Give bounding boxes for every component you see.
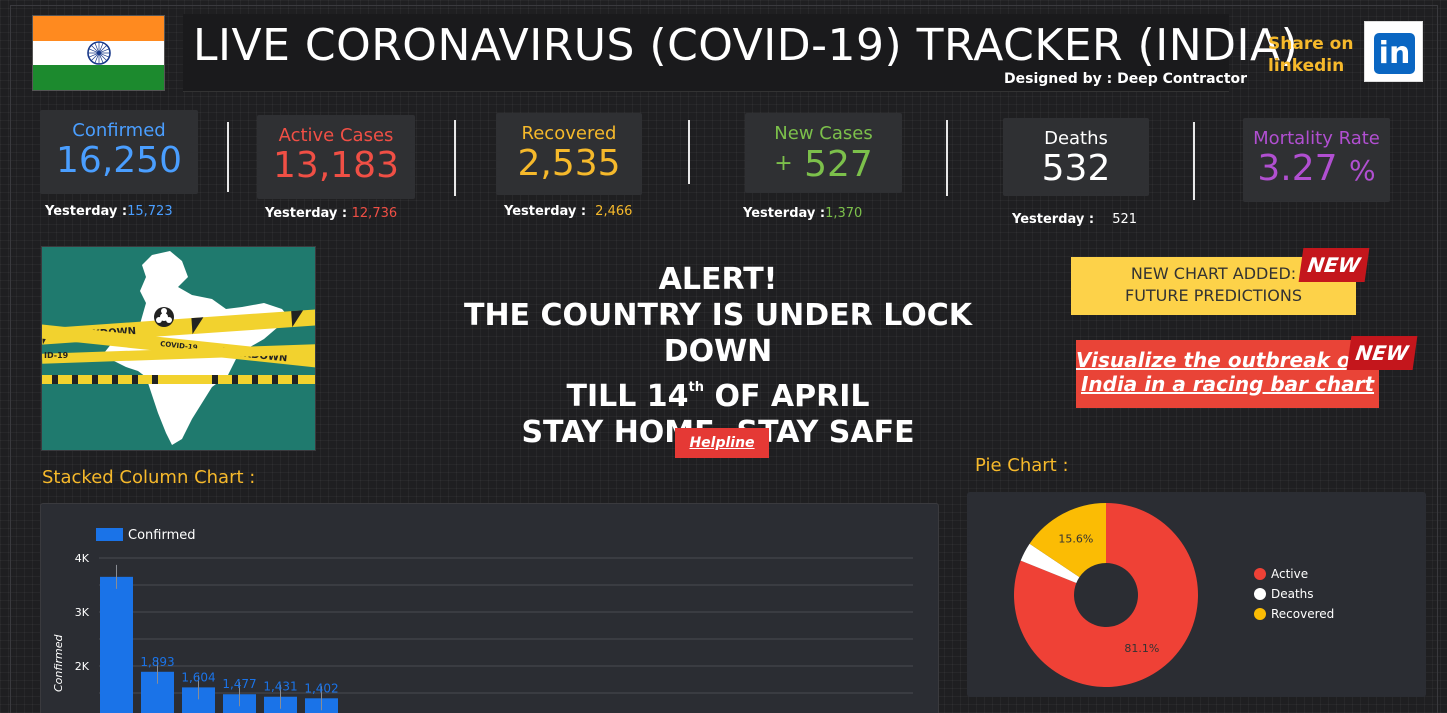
new-cases-prefix: +	[774, 151, 793, 176]
alert-date: TILL 14	[566, 379, 689, 414]
biohazard-icon	[154, 307, 174, 327]
legend-dot-recovered	[1254, 608, 1266, 620]
deaths-card: Deaths 532	[1003, 118, 1149, 196]
bar-chart-svg: Confirmed 4K 3K 2K Confirmed 1,893 1,604 1,477 1…	[52, 528, 913, 713]
alert-date-month: OF APRIL	[704, 379, 870, 414]
new-cases-value: 527	[804, 144, 873, 185]
lockdown-map-image: LOCKDOWN LOCKDOWN COVID-19 ID-19	[41, 246, 316, 451]
deaths-yesterday: Yesterday : 521	[1012, 212, 1137, 227]
y-tick-label: 4K	[75, 552, 90, 565]
pie-chart-panel: 81.1% 15.6% Active Deaths Recovered	[967, 492, 1426, 697]
yesterday-label: Yesterday :	[1012, 212, 1095, 227]
racing-line-2: India in a racing bar chart	[1080, 372, 1375, 396]
bar-data-label: 1,431	[263, 680, 297, 694]
divider	[227, 122, 229, 192]
stacked-chart-title: Stacked Column Chart :	[42, 467, 256, 488]
legend-label-recovered: Recovered	[1271, 607, 1334, 621]
bar-data-label: 1,604	[181, 670, 215, 684]
pie-slice-label: 15.6%	[1058, 533, 1093, 546]
divider	[1193, 122, 1195, 200]
racing-bar-chart-link[interactable]: Visualize the outbreak outside India in …	[1076, 340, 1379, 408]
mortality-card: Mortality Rate 3.27 %	[1243, 118, 1390, 202]
y-tick-label: 3K	[75, 606, 90, 619]
deaths-label: Deaths	[1044, 128, 1108, 149]
tape-text: ID-19	[44, 351, 69, 360]
india-flag	[32, 15, 165, 91]
confirmed-card: Confirmed 16,250	[40, 110, 198, 194]
yesterday-label: Yesterday :	[743, 206, 826, 221]
new-cases-card: New Cases + 527	[745, 113, 902, 193]
bar-data-label: 1,477	[222, 677, 256, 691]
linkedin-icon: in	[1374, 33, 1415, 74]
bar[interactable]	[100, 576, 133, 713]
confirmed-yesterday-value: 15,723	[127, 204, 173, 219]
recovered-yesterday: Yesterday : 2,466	[504, 204, 632, 219]
deaths-value: 532	[1041, 148, 1111, 189]
racing-line-1: Visualize the outbreak outside	[1076, 348, 1379, 372]
new-cases-label: New Cases	[774, 123, 873, 144]
legend-label-deaths: Deaths	[1271, 587, 1314, 601]
india-map-icon: LOCKDOWN LOCKDOWN COVID-19 ID-19	[42, 251, 315, 445]
legend-label-active: Active	[1271, 567, 1308, 581]
recovered-label: Recovered	[521, 123, 617, 144]
linkedin-button[interactable]: in	[1364, 21, 1423, 82]
page-title: LIVE CORONAVIRUS (COVID-19) TRACKER (IND…	[193, 20, 1299, 71]
alert-line-3: TILL 14th OF APRIL	[420, 370, 1016, 415]
new-badge: NEW	[1298, 248, 1370, 282]
divider	[454, 120, 456, 196]
yesterday-label: Yesterday :	[504, 204, 587, 219]
pie-slice-label: 81.1%	[1124, 642, 1159, 655]
designer-credit: Designed by : Deep Contractor	[1004, 71, 1248, 87]
divider	[688, 120, 690, 184]
mortality-suffix: %	[1349, 154, 1376, 187]
lockdown-alert: ALERT! THE COUNTRY IS UNDER LOCK DOWN TI…	[420, 262, 1016, 451]
deaths-yesterday-value: 521	[1112, 212, 1138, 227]
new-chart-line-2: FUTURE PREDICTIONS	[1124, 286, 1302, 305]
mortality-value: 3.27	[1257, 148, 1338, 189]
confirmed-value: 16,250	[56, 140, 182, 181]
bar-data-label: 1,402	[304, 681, 338, 695]
legend-dot-deaths	[1254, 588, 1266, 600]
confirmed-yesterday: Yesterday :15,723	[45, 204, 173, 219]
recovered-value: 2,535	[517, 143, 621, 184]
y-axis-label: Confirmed	[52, 634, 65, 692]
stacked-column-chart: Confirmed 4K 3K 2K Confirmed 1,893 1,604 1,477 1…	[40, 503, 939, 713]
bar-data-label: 1,893	[140, 655, 174, 669]
mortality-label: Mortality Rate	[1253, 128, 1380, 149]
share-linkedin-link[interactable]: Share on linkedin	[1268, 33, 1358, 77]
yesterday-label: Yesterday :	[265, 206, 348, 221]
y-tick-label: 2K	[75, 660, 90, 673]
ashoka-chakra-icon	[86, 41, 111, 65]
active-card: Active Cases 13,183	[257, 115, 415, 199]
yesterday-label: Yesterday :	[45, 204, 128, 219]
alert-line-1: ALERT!	[658, 262, 778, 297]
legend-dot-active	[1254, 568, 1266, 580]
divider	[946, 120, 948, 196]
pie-chart-svg: 81.1% 15.6% Active Deaths Recovered	[1014, 503, 1334, 687]
new-cases-yesterday-value: 1,370	[825, 206, 863, 221]
active-yesterday: Yesterday : 12,736	[265, 206, 397, 221]
alert-line-2: THE COUNTRY IS UNDER LOCK DOWN	[463, 298, 973, 369]
active-value: 13,183	[273, 145, 399, 186]
pie-chart-title: Pie Chart :	[975, 455, 1069, 476]
new-cases-yesterday: Yesterday :1,370	[743, 206, 862, 221]
new-badge: NEW	[1346, 336, 1418, 370]
helpline-button[interactable]: Helpline	[675, 428, 769, 458]
recovered-yesterday-value: 2,466	[595, 204, 633, 219]
recovered-card: Recovered 2,535	[496, 113, 642, 195]
legend-swatch-confirmed	[96, 528, 123, 541]
alert-date-suffix: th	[688, 380, 705, 395]
active-label: Active Cases	[278, 125, 394, 146]
legend-label-confirmed: Confirmed	[128, 528, 196, 543]
active-yesterday-value: 12,736	[351, 206, 398, 221]
confirmed-label: Confirmed	[72, 120, 166, 141]
